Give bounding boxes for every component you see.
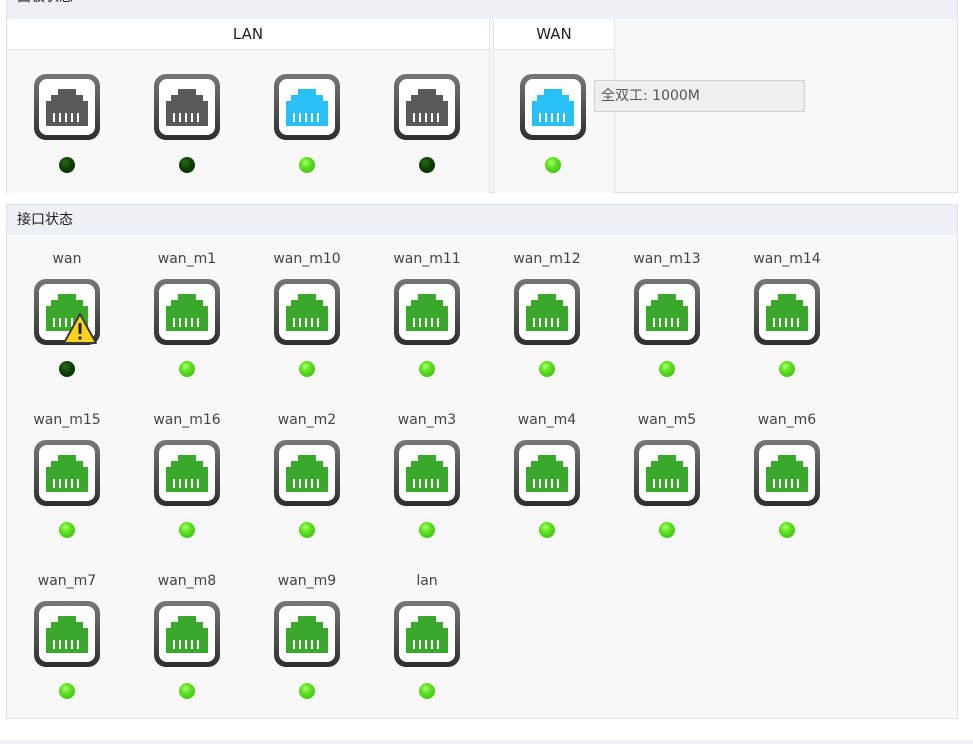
ethernet-port-icon [514, 279, 580, 345]
interface-port-wan_m7[interactable] [32, 599, 102, 669]
interface-led-wan_m1 [179, 361, 195, 377]
interface-label-wan_m10: wan_m10 [273, 251, 341, 267]
interface-port-wan_m1[interactable] [152, 277, 222, 347]
interface-label-wan_m6: wan_m6 [757, 412, 817, 428]
interface-port-wan_m2[interactable] [272, 438, 342, 508]
port-tooltip: 全双工: 1000M [594, 80, 805, 112]
interface-port-wan_m6[interactable] [752, 438, 822, 508]
lan-port-3[interactable] [272, 72, 342, 142]
ethernet-port-icon [394, 74, 460, 140]
interface-port-wan_m12[interactable] [512, 277, 582, 347]
interface-label-wan: wan [52, 251, 82, 267]
ethernet-port-icon [154, 74, 220, 140]
ethernet-port-icon [634, 440, 700, 506]
interface-led-wan_m12 [539, 361, 555, 377]
interface-led-wan_m16 [179, 522, 195, 538]
interface-port-wan_m11[interactable] [392, 277, 462, 347]
wan-port-1[interactable] [518, 72, 588, 142]
ethernet-port-icon [34, 601, 100, 667]
ethernet-port-icon [154, 601, 220, 667]
ethernet-port-icon [394, 440, 460, 506]
ethernet-port-icon [154, 279, 220, 345]
interface-label-wan_m1: wan_m1 [157, 251, 217, 267]
ethernet-port-icon [154, 440, 220, 506]
interface-port-lan[interactable] [392, 599, 462, 669]
ethernet-port-icon [514, 440, 580, 506]
interface-label-wan_m14: wan_m14 [753, 251, 821, 267]
ethernet-port-icon [754, 279, 820, 345]
interface-label-wan_m8: wan_m8 [157, 573, 217, 589]
interface-port-wan_m8[interactable] [152, 599, 222, 669]
interface-led-wan_m10 [299, 361, 315, 377]
interface-label-wan_m5: wan_m5 [637, 412, 697, 428]
lan-group-title: LAN [7, 19, 489, 50]
interface-port-wan_m16[interactable] [152, 438, 222, 508]
wan-group-title: WAN [494, 19, 614, 50]
interface-led-wan_m6 [779, 522, 795, 538]
interface-status-title: 接口状态 [7, 205, 957, 235]
interface-port-wan_m13[interactable] [632, 277, 702, 347]
lan-port-1-led [59, 157, 75, 173]
interface-port-wan_m10[interactable] [272, 277, 342, 347]
interface-label-wan_m15: wan_m15 [33, 412, 101, 428]
lan-port-2[interactable] [152, 72, 222, 142]
interface-led-wan_m3 [419, 522, 435, 538]
lan-port-1[interactable] [32, 72, 102, 142]
footer-bar [0, 740, 973, 744]
interface-label-wan_m7: wan_m7 [37, 573, 97, 589]
interface-port-wan_m15[interactable] [32, 438, 102, 508]
interface-port-wan_m9[interactable] [272, 599, 342, 669]
wan-port-1-led [545, 157, 561, 173]
interface-port-wan_m14[interactable] [752, 277, 822, 347]
interface-port-wan_m4[interactable] [512, 438, 582, 508]
interface-led-wan_m2 [299, 522, 315, 538]
ethernet-port-icon [754, 440, 820, 506]
interface-label-wan_m3: wan_m3 [397, 412, 457, 428]
ethernet-port-icon [34, 74, 100, 140]
interface-led-wan_m5 [659, 522, 675, 538]
panel-status-title: 面板状态 [7, 0, 957, 19]
ethernet-port-icon [274, 74, 340, 140]
interface-port-wan_m3[interactable] [392, 438, 462, 508]
interface-port-wan_m5[interactable] [632, 438, 702, 508]
interface-label-wan_m9: wan_m9 [277, 573, 337, 589]
warning-triangle-icon [62, 312, 98, 346]
interface-label-lan: lan [416, 573, 438, 589]
panel-status-section: 面板状态 LAN WAN [6, 0, 958, 193]
lan-port-4[interactable] [392, 72, 462, 142]
interface-label-wan_m12: wan_m12 [513, 251, 581, 267]
interface-led-wan [59, 361, 75, 377]
interface-led-wan_m11 [419, 361, 435, 377]
ethernet-port-icon [394, 279, 460, 345]
ethernet-port-icon [274, 440, 340, 506]
interface-label-wan_m13: wan_m13 [633, 251, 701, 267]
interface-led-wan_m8 [179, 683, 195, 699]
lan-port-3-led [299, 157, 315, 173]
interface-led-wan_m9 [299, 683, 315, 699]
ethernet-port-icon [274, 279, 340, 345]
interface-label-wan_m11: wan_m11 [393, 251, 461, 267]
lan-port-4-led [419, 157, 435, 173]
ethernet-port-icon [274, 601, 340, 667]
ethernet-port-icon [394, 601, 460, 667]
interface-label-wan_m16: wan_m16 [153, 412, 221, 428]
interface-label-wan_m4: wan_m4 [517, 412, 577, 428]
interface-led-wan_m14 [779, 361, 795, 377]
ethernet-port-icon [634, 279, 700, 345]
interface-led-wan_m4 [539, 522, 555, 538]
interface-led-wan_m13 [659, 361, 675, 377]
ethernet-port-icon [34, 440, 100, 506]
interface-led-wan_m7 [59, 683, 75, 699]
interface-led-wan_m15 [59, 522, 75, 538]
interface-led-lan [419, 683, 435, 699]
interface-label-wan_m2: wan_m2 [277, 412, 337, 428]
ethernet-port-icon [520, 74, 586, 140]
lan-port-2-led [179, 157, 195, 173]
